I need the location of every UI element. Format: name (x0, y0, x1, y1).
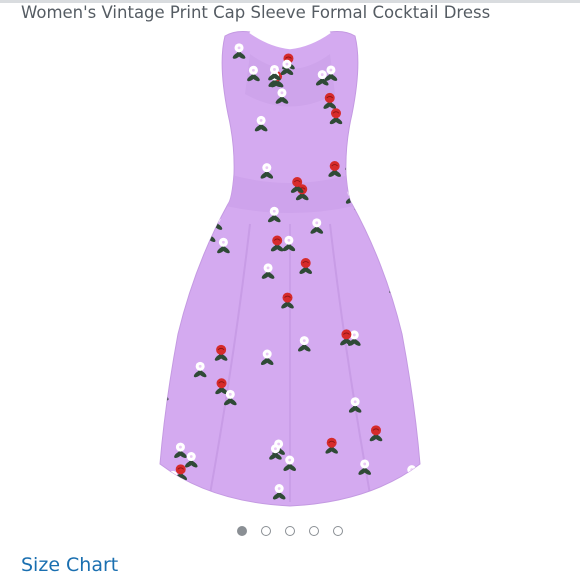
size-chart-link[interactable]: Size Chart (21, 553, 118, 577)
carousel-dot[interactable] (237, 526, 247, 536)
carousel-dot[interactable] (333, 526, 343, 536)
floral-print-motif (411, 328, 420, 344)
floral-print-motif (182, 254, 195, 270)
floral-print-motif (213, 168, 227, 185)
floral-print-motif (160, 181, 173, 198)
floral-print-motif (189, 106, 202, 123)
floral-print-motif (160, 198, 169, 215)
floral-print-motif (167, 202, 180, 219)
floral-print-motif (160, 384, 169, 401)
floral-print-motif (409, 238, 420, 255)
carousel-dot[interactable] (285, 526, 295, 536)
floral-print-motif (386, 153, 400, 170)
product-image[interactable] (140, 24, 440, 514)
floral-print-motif (411, 338, 420, 355)
carousel-dot[interactable] (309, 526, 319, 536)
carousel-dot[interactable] (261, 526, 271, 536)
floral-print-motif (383, 250, 397, 267)
floral-print-motif (185, 238, 198, 254)
floral-print-motif (175, 61, 188, 78)
product-title: Women's Vintage Print Cap Sleeve Formal … (21, 3, 491, 22)
floral-print-motif (369, 108, 383, 125)
floral-print-motif (403, 270, 416, 287)
floral-print-motif (354, 194, 368, 211)
image-carousel-indicator (0, 526, 580, 540)
floral-print-motif (402, 182, 415, 198)
floral-print-motif (174, 39, 188, 55)
